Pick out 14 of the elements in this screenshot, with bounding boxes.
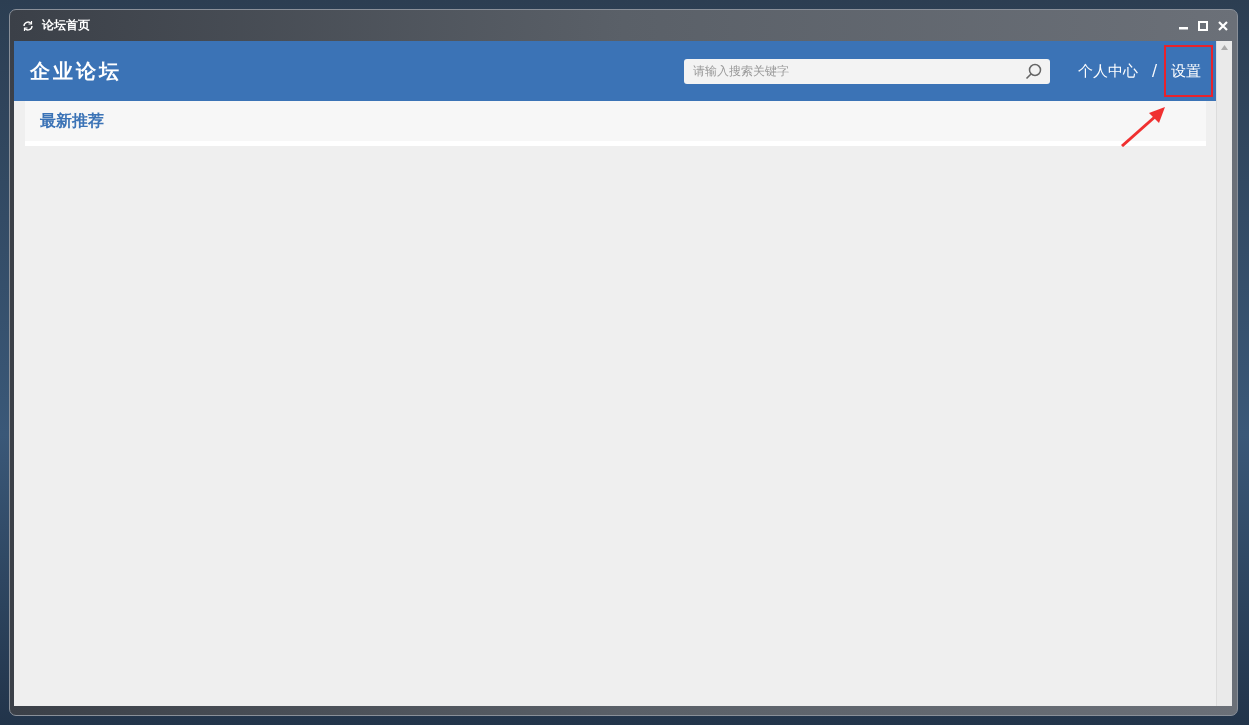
search-input[interactable]: 请输入搜索关键字 <box>692 64 1025 78</box>
nav-link[interactable]: 个人中心 <box>1077 61 1138 81</box>
forum-title: 企业论坛 <box>30 57 122 85</box>
window-title: 论坛首页 <box>42 17 90 34</box>
nav-link[interactable]: 设置 <box>1171 61 1201 81</box>
scrollbar[interactable] <box>1216 41 1232 706</box>
search-icon[interactable] <box>1024 62 1042 80</box>
refresh-icon[interactable] <box>22 19 34 32</box>
close-icon[interactable] <box>1218 20 1228 31</box>
section-title: 最新推荐 <box>40 110 104 132</box>
pointer-arrow <box>1121 105 1167 147</box>
maximize-icon[interactable] <box>1198 20 1208 31</box>
separator: / <box>1151 62 1157 80</box>
search-field[interactable]: 请输入搜索关键字 <box>683 58 1050 84</box>
